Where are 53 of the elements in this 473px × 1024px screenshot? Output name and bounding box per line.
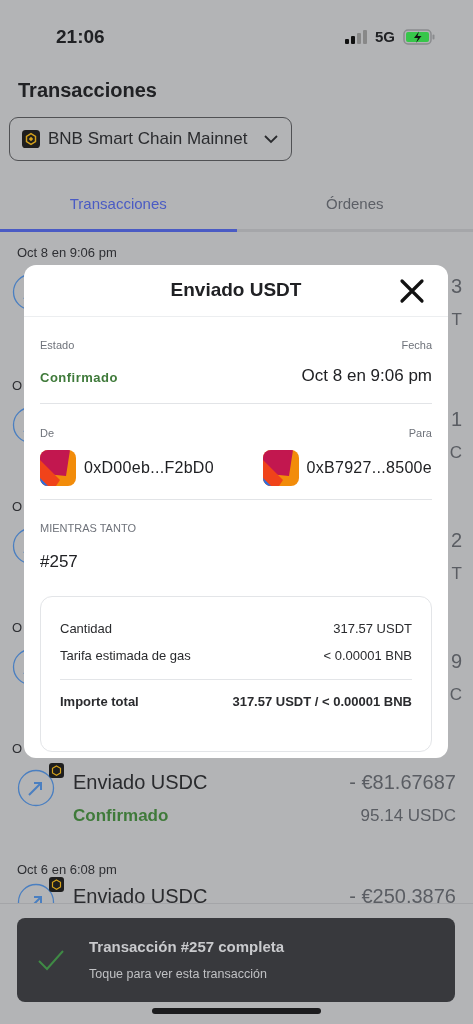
field-label: MIENTRAS TANTO <box>40 521 137 536</box>
fiat-amount: - €250.3876 <box>349 883 456 903</box>
network-selector[interactable]: BNB Smart Chain Mainnet <box>9 117 293 161</box>
transaction-date: O <box>12 497 23 516</box>
token-icon <box>22 130 40 148</box>
transaction-date: O <box>12 376 23 395</box>
fiat-amount: 1 <box>450 406 462 432</box>
fiat-amount: 9 <box>450 648 462 674</box>
transaction-status: Confirmado <box>73 804 170 827</box>
checkmark-icon <box>37 949 65 971</box>
field-label: Estado <box>40 338 76 353</box>
signal-icon <box>345 30 367 44</box>
crypto-amount: T <box>451 308 462 331</box>
fiat-amount: 2 <box>450 527 462 553</box>
summary-label: Importe total <box>60 693 139 711</box>
nonce-value: #257 <box>40 550 79 573</box>
modal-title: Enviado USDT <box>170 278 302 303</box>
crypto-amount: T <box>451 562 462 585</box>
wallet-address: 0xD00eb...F2bD0 <box>84 457 214 478</box>
crypto-amount: 95.14 USDC <box>360 804 456 827</box>
toast-notification[interactable]: Transacción #257 completa Toque para ver esta transacción <box>17 918 455 1002</box>
summary-label: Tarifa estimada de gas <box>60 647 191 665</box>
fiat-amount: - €81.67687 <box>349 769 456 795</box>
fiat-amount: 3 <box>450 273 462 299</box>
chevron-down-icon <box>263 134 280 144</box>
avatar-icon <box>262 449 299 486</box>
transaction-title: Enviado USDC <box>73 883 209 903</box>
field-label: Para <box>408 426 432 441</box>
transaction-date: O <box>12 618 23 637</box>
summary-label: Cantidad <box>60 620 113 638</box>
toast-subtitle: Toque para ver esta transacción <box>89 965 268 983</box>
close-button[interactable] <box>398 277 426 305</box>
page-title: Transacciones <box>17 78 158 102</box>
date-value: Oct 8 en 9:06 pm <box>301 364 432 387</box>
wallet-address: 0xB7927...8500e <box>306 457 432 478</box>
avatar-icon <box>40 449 76 486</box>
transaction-date: Oct 8 en 9:06 pm <box>16 243 117 262</box>
transaction-date: O <box>12 739 23 758</box>
transaction-date: Oct 6 en 6:08 pm <box>16 860 117 879</box>
summary-value: 317.57 USDT <box>333 620 412 638</box>
toast-title: Transacción #257 completa <box>89 937 285 958</box>
status-value: Confirmado <box>40 368 118 387</box>
close-icon <box>398 277 426 305</box>
field-label: De <box>40 426 55 441</box>
summary-value: 317.57 USDT / < 0.00001 BNB <box>232 693 412 711</box>
clock-time: 21:06 <box>56 24 105 49</box>
summary-value: < 0.00001 BNB <box>323 647 412 665</box>
network-type: 5G <box>375 26 395 47</box>
crypto-amount: C <box>449 683 462 706</box>
crypto-amount: C <box>449 441 462 464</box>
battery-icon <box>403 29 435 45</box>
field-label: Fecha <box>400 338 432 353</box>
transaction-title: Enviado USDC <box>73 769 209 795</box>
